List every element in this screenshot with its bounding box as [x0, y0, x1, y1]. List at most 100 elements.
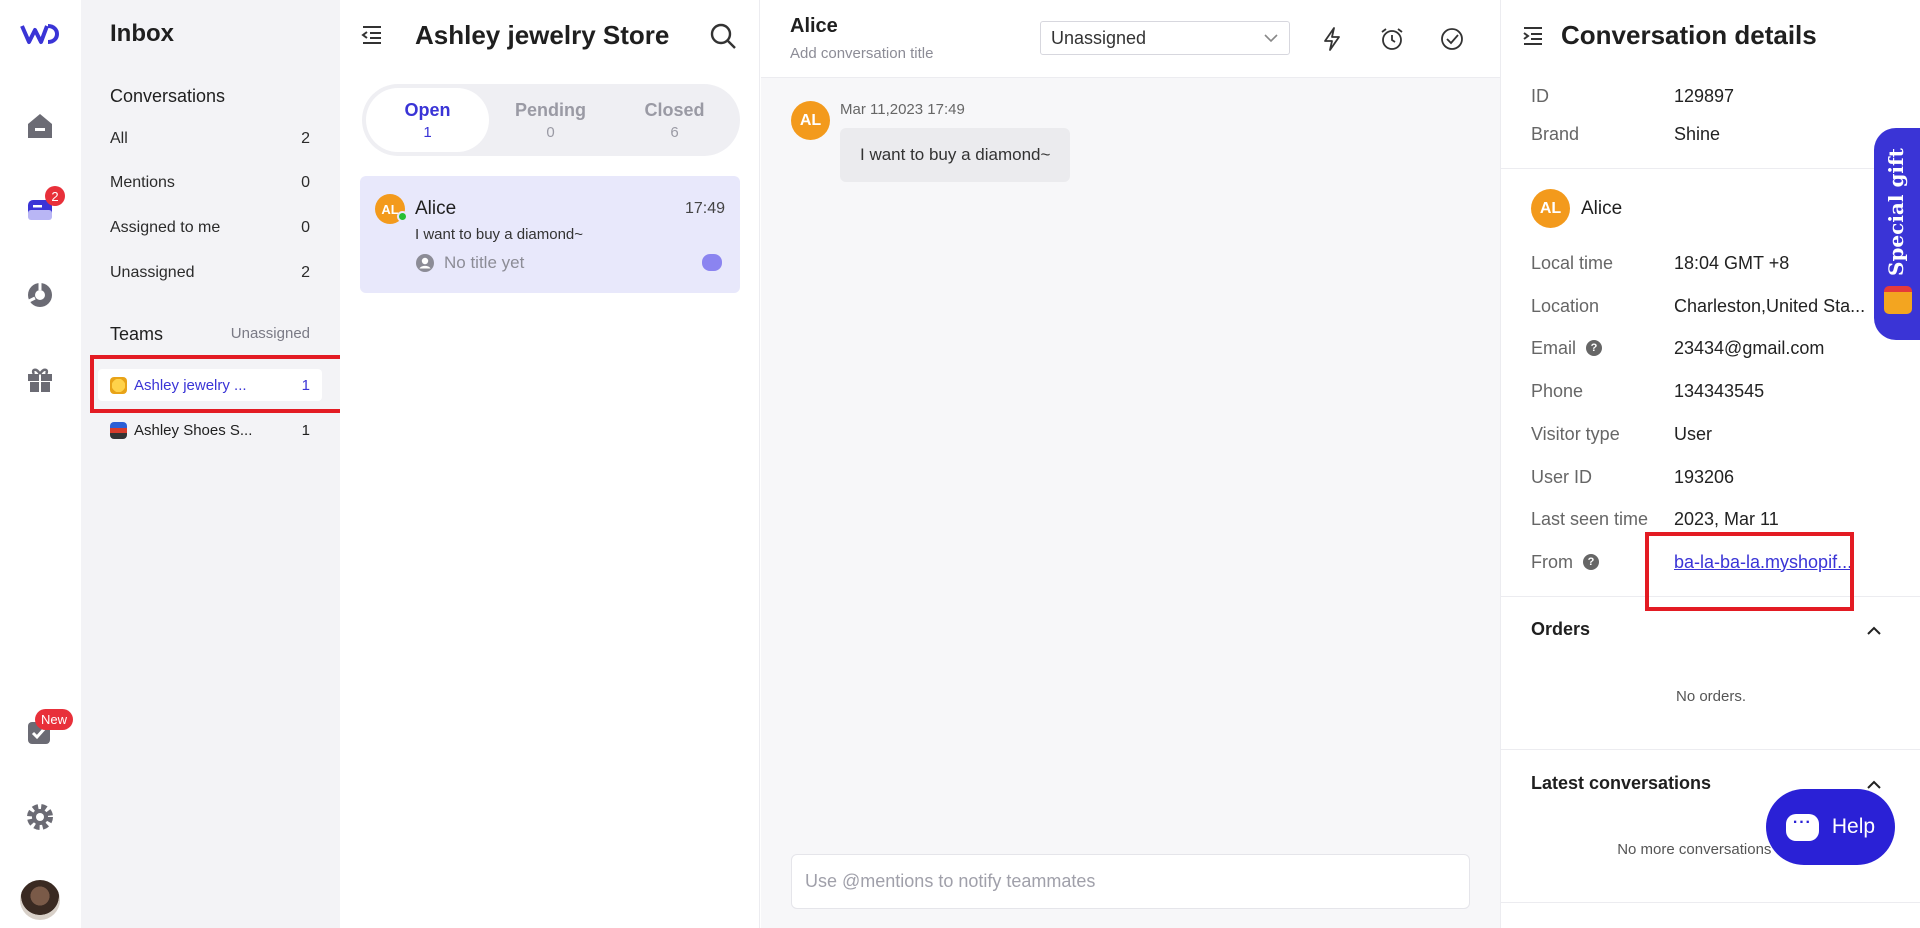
divider [1501, 902, 1920, 903]
user-avatar[interactable] [20, 880, 60, 920]
inbox-item-mentions[interactable]: Mentions 0 [110, 168, 310, 198]
check-circle-icon[interactable] [1437, 24, 1467, 54]
inbox-item-count: 2 [301, 130, 310, 147]
inbox-panel: Inbox Conversations All 2 Mentions 0 Ass… [81, 0, 340, 928]
inbox-item-all[interactable]: All 2 [110, 124, 310, 154]
detail-value: 2023, Mar 11 [1674, 508, 1779, 529]
gift-icon[interactable] [22, 362, 58, 398]
conversations-heading: Conversations [110, 86, 226, 106]
detail-row-local-time: Local time 18:04 GMT +8 [1531, 248, 1911, 278]
detail-value: 129897 [1674, 85, 1735, 106]
detail-row-brand: Brand Shine [1531, 119, 1911, 149]
user-circle-icon [416, 254, 434, 272]
assignee-select[interactable]: Unassigned [1040, 21, 1290, 55]
help-question-icon[interactable]: ? [1583, 554, 1599, 570]
special-gift-tab[interactable]: Special gift [1874, 128, 1920, 340]
contact-name: Alice [415, 198, 457, 219]
detail-label-text: From [1531, 551, 1573, 572]
analytics-icon[interactable] [22, 277, 58, 313]
search-icon[interactable] [709, 22, 737, 55]
chat-header: Alice Add conversation title Unassigned [761, 0, 1500, 78]
detail-label: Local time [1531, 252, 1614, 273]
tab-count: 1 [423, 123, 432, 141]
detail-label: Phone [1531, 380, 1584, 401]
detail-row-phone: Phone 134343545 [1531, 376, 1911, 406]
lightning-icon[interactable] [1317, 24, 1347, 54]
special-gift-label: Special gift [1884, 148, 1908, 276]
latest-conversations-heading[interactable]: Latest conversations [1531, 773, 1711, 794]
inbox-item-label: Unassigned [110, 264, 195, 281]
chat-bubble-icon [702, 254, 722, 271]
help-button[interactable]: Help [1766, 789, 1895, 865]
detail-label: Brand [1531, 123, 1580, 144]
divider [1501, 749, 1920, 750]
detail-value: Shine [1674, 123, 1721, 144]
details-menu-icon[interactable] [1521, 24, 1545, 53]
contact-avatar: AL [1531, 189, 1570, 228]
conversation-title: No title yet [444, 253, 525, 272]
conversation-time: 17:49 [684, 200, 725, 217]
status-tabs: Open 1 Pending 0 Closed 6 [362, 84, 740, 156]
collapse-menu-icon[interactable] [360, 23, 384, 52]
conversation-card[interactable]: AL Alice 17:49 I want to buy a diamond~ … [360, 176, 740, 293]
message-timestamp: Mar 11,2023 17:49 [840, 101, 965, 118]
detail-row-user-id: User ID 193206 [1531, 462, 1911, 492]
detail-row-last-seen: Last seen time 2023, Mar 11 [1531, 504, 1911, 534]
inbox-title: Inbox [110, 20, 174, 47]
detail-label: Visitor type [1531, 423, 1620, 444]
inbox-item-count: 2 [301, 264, 310, 281]
tab-count: 0 [546, 123, 555, 141]
help-question-icon[interactable]: ? [1586, 340, 1603, 356]
detail-value: User [1674, 423, 1713, 444]
unread-badge: 2 [45, 186, 65, 206]
store-title: Ashley jewelry Store [415, 20, 670, 50]
inbox-item-unassigned[interactable]: Unassigned 2 [110, 258, 310, 288]
team-item-label: Ashley Shoes S... [134, 421, 253, 439]
inbox-item-label: Mentions [110, 174, 175, 191]
message-composer-input[interactable]: Use @mentions to notify teammates [791, 854, 1470, 909]
divider [1501, 168, 1920, 169]
detail-label: ID [1531, 85, 1549, 106]
tab-label: Pending [515, 99, 586, 120]
chat-icon [1785, 813, 1819, 841]
home-icon[interactable] [22, 108, 58, 144]
online-status-dot [397, 211, 408, 222]
help-label: Help [1831, 815, 1876, 838]
new-badge: New [35, 709, 74, 730]
chevron-down-icon [1264, 34, 1278, 43]
conversation-title-row: No title yet [415, 253, 524, 273]
detail-label-text: Email [1531, 337, 1577, 358]
last-message: I want to buy a diamond~ [415, 226, 584, 243]
inbox-item-label: All [110, 130, 128, 147]
assignee-value: Unassigned [1051, 28, 1147, 48]
detail-label: Last seen time [1531, 508, 1649, 529]
chevron-up-icon[interactable] [1866, 623, 1882, 639]
detail-value: Charleston,United Sta... [1674, 295, 1866, 316]
highlight-from-box [1645, 532, 1854, 611]
tab-open[interactable]: Open 1 [366, 88, 489, 152]
detail-label: User ID [1531, 466, 1593, 487]
team-item-ashley-shoes[interactable]: Ashley Shoes S... 1 [98, 414, 322, 446]
detail-value: 134343545 [1674, 380, 1765, 401]
orders-empty-text: No orders. [1675, 688, 1747, 705]
tab-pending[interactable]: Pending 0 [489, 88, 612, 152]
alarm-clock-icon[interactable] [1377, 24, 1407, 54]
detail-label: Location [1531, 295, 1600, 316]
teams-heading: Teams [110, 324, 164, 344]
orders-heading[interactable]: Orders [1531, 619, 1590, 640]
settings-icon[interactable] [22, 799, 58, 835]
logo-icon[interactable] [20, 22, 62, 46]
gift-box-icon [1884, 286, 1912, 314]
message-avatar: AL [791, 101, 830, 140]
detail-row-location: Location Charleston,United Sta... [1531, 291, 1911, 321]
conversation-list-panel: Ashley jewelry Store Open 1 Pending 0 Cl… [340, 0, 760, 928]
tab-label: Open [404, 99, 451, 120]
detail-value: 193206 [1674, 466, 1735, 487]
add-title-link[interactable]: Add conversation title [790, 45, 933, 62]
detail-value: 18:04 GMT +8 [1674, 252, 1790, 273]
teams-filter[interactable]: Unassigned [231, 325, 310, 342]
tab-closed[interactable]: Closed 6 [613, 88, 736, 152]
chat-panel: Alice Add conversation title Unassigned … [761, 0, 1500, 928]
inbox-item-assigned-to-me[interactable]: Assigned to me 0 [110, 213, 310, 243]
message-bubble: I want to buy a diamond~ [840, 128, 1071, 182]
